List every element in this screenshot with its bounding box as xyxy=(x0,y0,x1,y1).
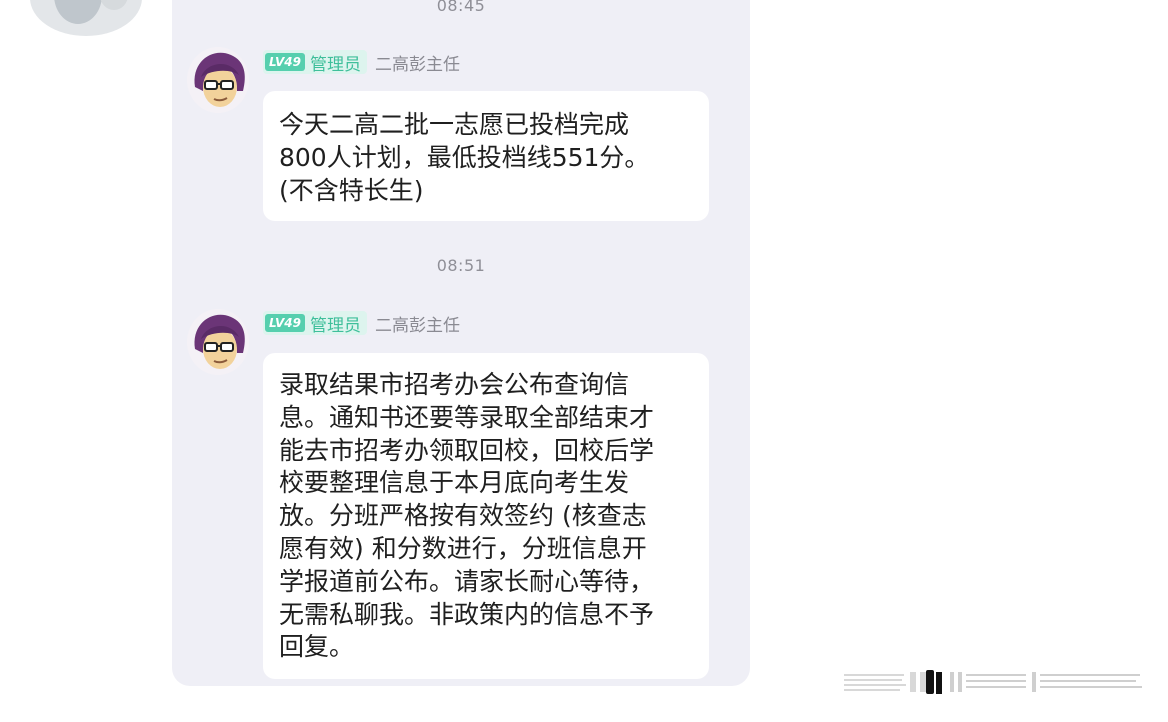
message-line: 放。分班严格按有效签约 (核查志 xyxy=(279,501,647,531)
partial-avatar[interactable] xyxy=(30,0,142,36)
timestamp: 08:51 xyxy=(436,256,486,275)
admin-badge: LV49 管理员 xyxy=(263,50,367,75)
message-line: 回复。 xyxy=(279,632,355,662)
message-line: 息。通知书还要等录取全部结束才 xyxy=(279,402,655,432)
message-bubble[interactable]: 今天二高二批一志愿已投档完成 800人计划，最低投档线551分。 (不含特长生) xyxy=(263,91,709,221)
sender-meta: LV49 管理员 二高彭主任 xyxy=(263,49,460,75)
message-line: 愿有效) 和分数进行，分班信息开 xyxy=(279,533,647,563)
message-line: 800人计划，最低投档线551分。 xyxy=(279,142,650,172)
message-line: 无需私聊我。非政策内的信息不予 xyxy=(279,599,655,629)
role-label: 管理员 xyxy=(309,54,361,75)
sender-avatar[interactable] xyxy=(187,47,249,113)
sender-name: 二高彭主任 xyxy=(374,315,460,336)
message-line: 学报道前公布。请家长耐心等待， xyxy=(279,566,655,596)
admin-badge: LV49 管理员 xyxy=(263,311,367,336)
message-line: 录取结果市招考办会公布查询信 xyxy=(279,370,630,399)
level-badge: LV49 xyxy=(265,53,305,71)
level-badge: LV49 xyxy=(265,314,305,332)
cartoon-avatar-icon xyxy=(194,52,245,107)
sender-avatar[interactable] xyxy=(187,309,249,375)
timestamp: 08:45 xyxy=(436,0,486,15)
message-bubble[interactable]: 录取结果市招考办会公布查询信 息。通知书还要等录取全部结束才 能去市招考办领取回… xyxy=(263,353,709,679)
watermark-logo xyxy=(844,670,1142,694)
cartoon-avatar-icon xyxy=(194,314,245,369)
message-line: 校要整理信息于本月底向考生发 xyxy=(279,468,630,498)
role-label: 管理员 xyxy=(309,315,361,336)
message-line: 能去市招考办领取回校，回校后学 xyxy=(279,435,655,465)
message-line: (不含特长生) xyxy=(279,175,424,205)
sender-meta: LV49 管理员 二高彭主任 xyxy=(263,310,460,336)
message-line: 今天二高二批一志愿已投档完成 xyxy=(279,110,630,139)
sender-name: 二高彭主任 xyxy=(374,54,460,75)
